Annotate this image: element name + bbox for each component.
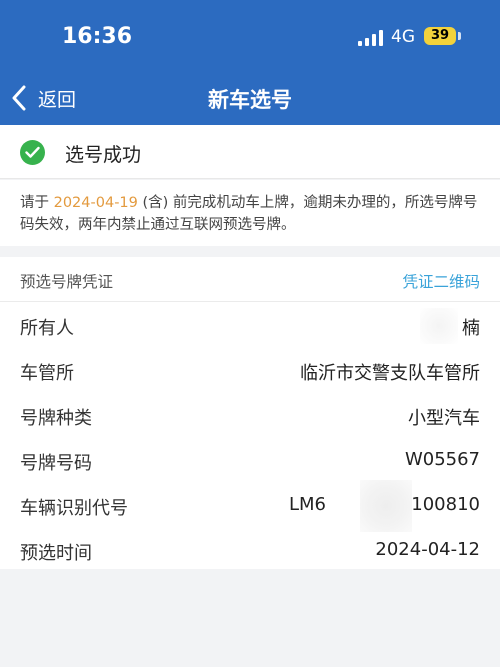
row-value: 楠 [462,318,480,339]
row-key: 车管所 [20,363,74,384]
row-key: 车辆识别代号 [20,498,128,519]
voucher-header: 预选号牌凭证 凭证二维码 [0,257,500,302]
row-key: 预选时间 [20,543,92,564]
page-title: 新车选号 [208,88,292,112]
row-office: 车管所 临沂市交警支队车管所 [0,349,500,394]
row-select-time: 预选时间 2024-04-12 [0,529,500,574]
row-value: W05567 [404,449,480,470]
status-time: 16:36 [62,24,133,49]
network-type: 4G [391,27,415,47]
nav-bar: 返回 新车选号 [0,72,500,125]
redacted-area [360,480,412,532]
signal-icon [358,30,384,46]
redacted-area [420,308,458,344]
row-key: 所有人 [20,318,74,339]
notice-prefix: 请于 [20,195,54,211]
notice-date: 2024-04-19 [53,195,138,211]
row-value: 临沂市交警支队车管所 [300,363,480,384]
row-value: 2024-04-12 [375,539,480,560]
battery-tip [458,32,461,40]
qr-code-link[interactable]: 凭证二维码 [402,270,480,292]
voucher-card: 预选号牌凭证 凭证二维码 所有人 楠 车管所 临沂市交警支队车管所 号牌种类 小… [0,257,500,569]
row-value: 小型汽车 [408,408,480,429]
success-banner: 选号成功 [0,125,500,179]
deadline-notice: 请于 2024-04-19 (含) 前完成机动车上牌，逾期未办理的，所选号牌号码… [0,180,500,246]
battery-icon: 39 [424,27,456,45]
vin-start: LM6 [289,494,327,515]
row-owner: 所有人 楠 [0,304,500,349]
row-key: 号牌号码 [20,453,92,474]
status-bar: 16:36 4G 39 [0,0,500,72]
row-plate-type: 号牌种类 小型汽车 [0,394,500,439]
check-circle-icon [20,140,45,165]
row-key: 号牌种类 [20,408,92,429]
row-plate-number: 号牌号码 W05567 [0,439,500,484]
vin-end: 100810 [411,494,480,515]
row-vin: 车辆识别代号 LM6 100810 [0,480,500,532]
voucher-header-label: 预选号牌凭证 [20,273,114,291]
success-text: 选号成功 [65,144,142,166]
